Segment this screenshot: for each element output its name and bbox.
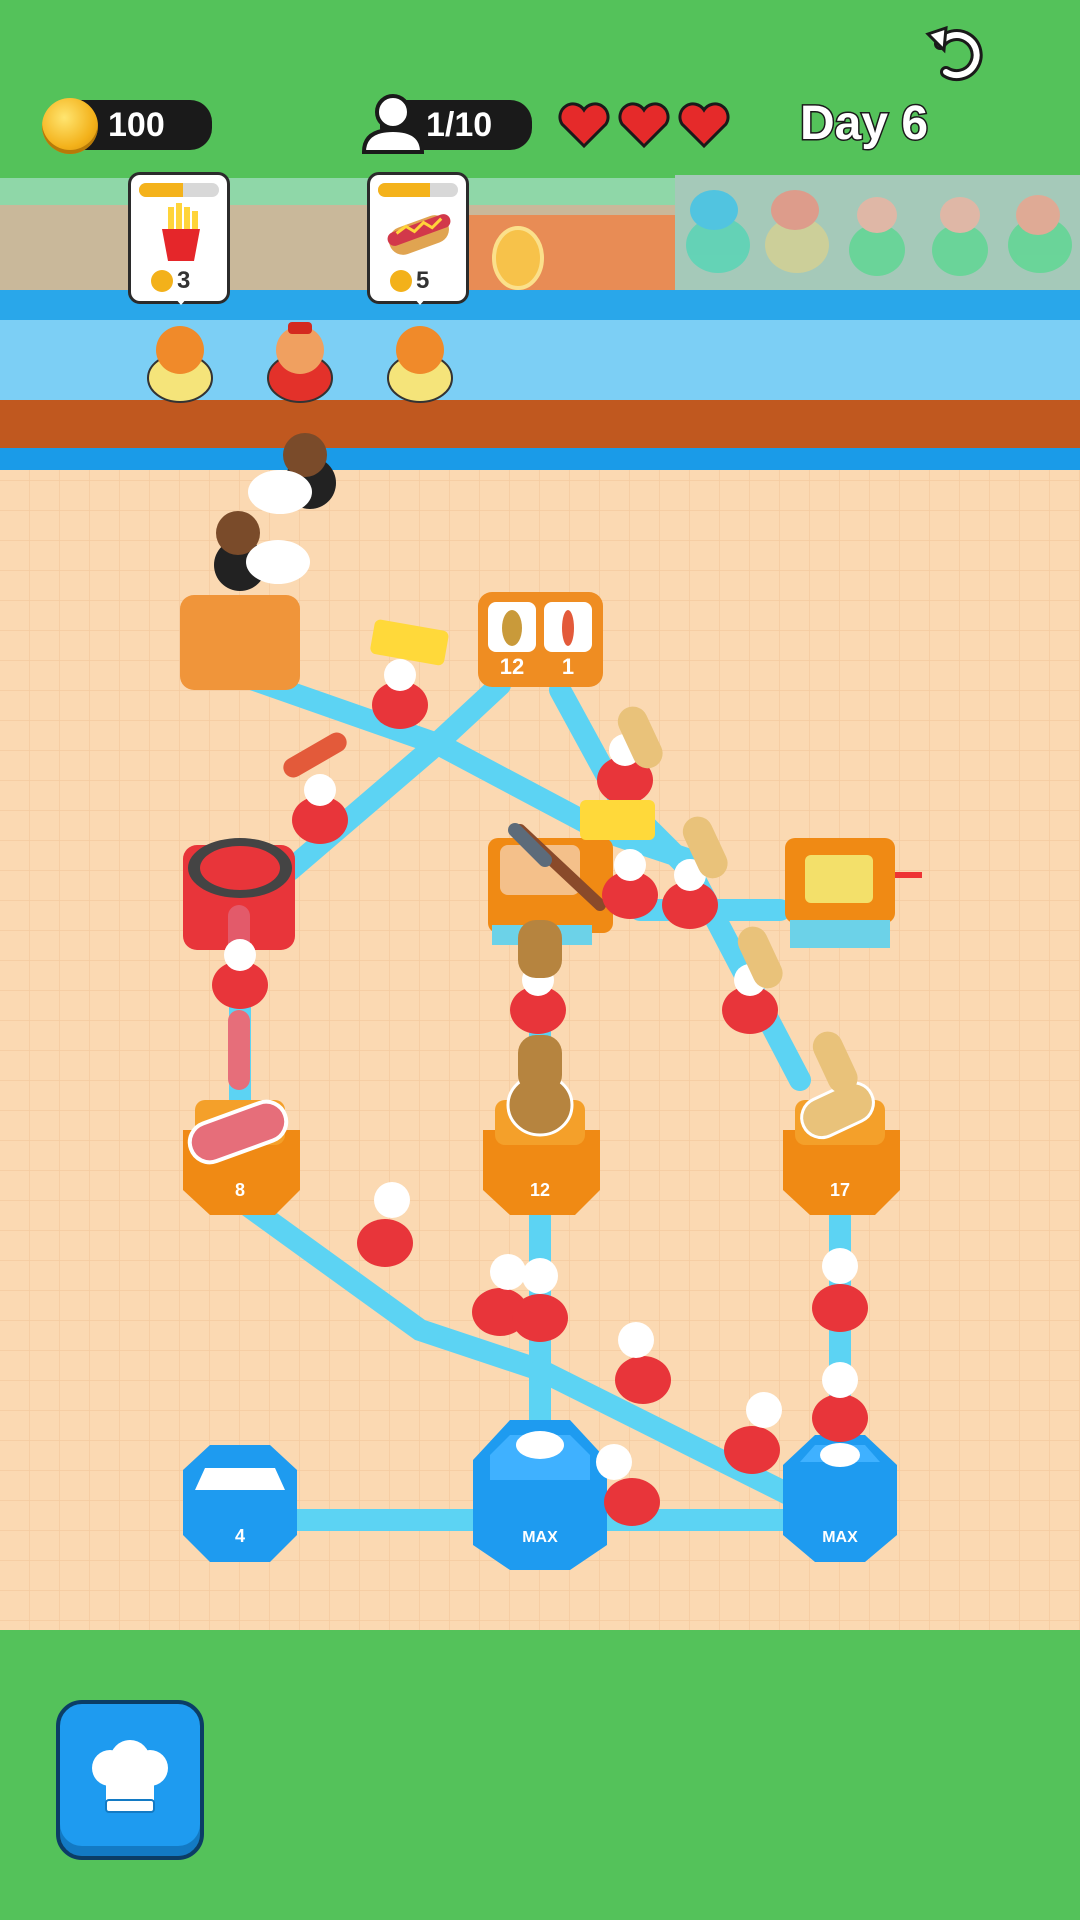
lives [556,100,736,152]
undo-icon[interactable] [920,16,992,88]
heart-icon [558,102,610,149]
service-counter [0,400,1080,448]
fries-price: 3 [177,267,191,294]
coin-drop-icon [492,226,544,290]
serving-counter [180,595,300,690]
spawner-2-level: MAX [522,1529,558,1546]
order-bubble-hotdog: 5 [367,172,469,305]
coin-icon [151,270,173,292]
chef-spawner-2 [473,1420,607,1570]
sausage-count: 1 [562,654,574,679]
coin-icon [390,270,412,292]
sausage-crate-level: 8 [235,1180,245,1200]
order-price: 3 [151,267,190,295]
heart-icon [618,102,670,149]
customers-at-counter [147,322,453,403]
hotdog-icon [387,214,451,255]
bun-crate-level: 17 [830,1180,850,1200]
spawner-3-level: MAX [822,1529,858,1546]
person-icon [361,94,425,154]
chef-hat-icon [92,1740,168,1813]
coin-count: 100 [108,105,165,144]
hotdog-price: 5 [416,267,430,294]
ingredient-station: 12 1 [478,592,603,687]
customer-count: 1/10 [426,105,493,144]
hire-chef-button[interactable] [56,1700,204,1860]
potato-crate-level: 12 [530,1180,550,1200]
order-progress [139,183,219,197]
fries-icon [162,203,200,261]
heart-icon [678,102,730,149]
order-bubble-fries: 3 [128,172,230,305]
order-price: 5 [390,267,429,295]
coin-icon [42,98,98,154]
bun-count: 12 [500,654,524,679]
spawner-1-level: 4 [235,1526,245,1546]
order-progress [378,183,458,197]
day-label: Day 6 [798,96,929,152]
